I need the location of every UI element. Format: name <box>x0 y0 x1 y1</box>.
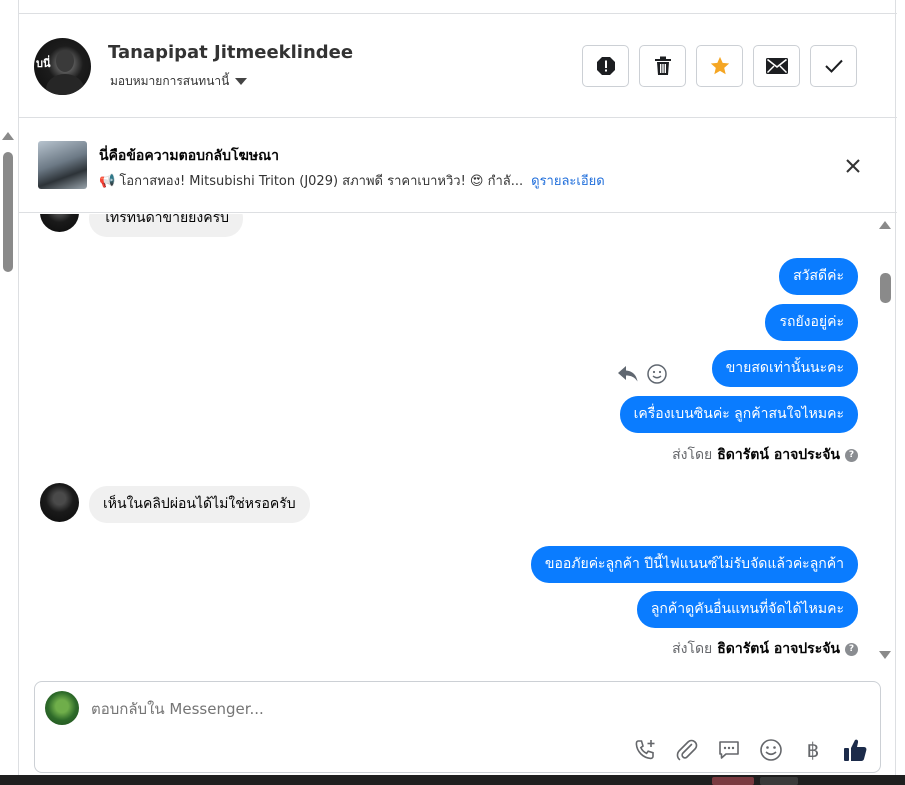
outgoing-message[interactable]: สวัสดีค่ะ <box>779 258 858 295</box>
conversation-panel: บนี่ Tanapipat Jitmeeklindee มอบหมายการส… <box>18 0 897 775</box>
mark-done-button[interactable] <box>810 45 857 87</box>
like-button[interactable] <box>842 737 868 763</box>
avatar-tag: บนี่ <box>36 57 51 70</box>
star-icon <box>710 56 729 75</box>
chat-bubble-icon <box>719 741 739 759</box>
message-hover-tools <box>617 364 667 384</box>
alert-icon <box>596 57 615 75</box>
ad-description-row: 📢 โอกาสทอง! Mitsubishi Triton (J029) สภา… <box>99 170 605 191</box>
conversation-header: บนี่ Tanapipat Jitmeeklindee มอบหมายการส… <box>19 14 897 118</box>
thread-scroll-up-arrow[interactable] <box>879 221 891 229</box>
baht-icon: ฿ <box>806 738 820 762</box>
assign-label: มอบหมายการสนทนานี้ <box>110 74 230 88</box>
sent-by-label: ส่งโดย ธิดารัตน์ อาจประจัน ? <box>672 444 858 466</box>
sent-by-label: ส่งโดย ธิดารัตน์ อาจประจัน ? <box>672 638 858 660</box>
sent-by-prefix: ส่งโดย <box>672 447 713 463</box>
emoji-button[interactable] <box>758 737 784 763</box>
check-icon <box>824 59 843 73</box>
page-avatar <box>45 691 79 725</box>
reply-input[interactable] <box>91 700 851 718</box>
star-button[interactable] <box>696 45 743 87</box>
help-icon[interactable]: ? <box>845 448 858 462</box>
taskbar-app-button[interactable] <box>760 777 798 785</box>
contact-message-avatar <box>40 214 79 232</box>
contact-avatar[interactable]: บนี่ <box>34 38 91 95</box>
incoming-message[interactable]: เห็นในคลิปผ่อนได้ไม่ใช่หรอครับ <box>89 486 310 523</box>
mark-spam-button[interactable] <box>582 45 629 87</box>
thread-scroll-thumb[interactable] <box>880 273 891 303</box>
attach-button[interactable] <box>674 737 700 763</box>
thumbs-up-icon <box>844 739 867 761</box>
reply-icon[interactable] <box>617 365 639 383</box>
page-scrollbar[interactable] <box>0 120 16 680</box>
contact-name[interactable]: Tanapipat Jitmeeklindee <box>108 42 353 63</box>
react-emoji-icon[interactable] <box>647 364 667 384</box>
taskbar-app-button[interactable] <box>712 777 754 785</box>
payment-button[interactable]: ฿ <box>800 737 826 763</box>
close-banner-button[interactable] <box>842 155 864 177</box>
sent-by-prefix: ส่งโดย <box>672 641 713 657</box>
phone-add-icon <box>635 740 655 760</box>
app-window: บนี่ Tanapipat Jitmeeklindee มอบหมายการส… <box>0 0 905 785</box>
outgoing-message[interactable]: เครื่องเบนซินค่ะ ลูกค้าสนใจไหมคะ <box>619 396 858 433</box>
delete-button[interactable] <box>639 45 686 87</box>
header-actions <box>582 45 857 87</box>
outgoing-message[interactable]: รถยังอยู่ค่ะ <box>765 304 858 341</box>
message-composer: ฿ <box>34 681 881 773</box>
close-icon <box>846 159 860 173</box>
ad-thumbnail[interactable] <box>38 141 87 189</box>
ad-description: 📢 โอกาสทอง! Mitsubishi Triton (J029) สภา… <box>99 174 524 189</box>
contact-message-avatar <box>40 483 79 522</box>
outgoing-message[interactable]: ขายสดเท่านั้นนะคะ <box>711 350 858 387</box>
call-button[interactable] <box>632 737 658 763</box>
view-details-link[interactable]: ดูรายละเอียด <box>531 170 605 191</box>
thread-scroll-down-arrow[interactable] <box>879 651 891 659</box>
ad-reply-banner: นี่คือข้อความตอบกลับโฆษณา 📢 โอกาสทอง! Mi… <box>19 119 897 213</box>
caret-down-icon <box>235 78 248 85</box>
incoming-message[interactable]: ไทรทันดาขายยังครับ <box>89 214 243 237</box>
saved-reply-button[interactable] <box>716 737 742 763</box>
smiley-icon <box>760 739 782 761</box>
os-taskbar <box>0 775 905 785</box>
composer-toolbar: ฿ <box>632 737 868 763</box>
scroll-thumb[interactable] <box>3 152 13 272</box>
help-icon[interactable]: ? <box>845 642 858 656</box>
scroll-up-arrow[interactable] <box>2 132 14 140</box>
trash-icon <box>654 56 671 75</box>
paperclip-icon <box>676 739 698 761</box>
sent-by-name: ธิดารัตน์ อาจประจัน <box>717 447 840 463</box>
outgoing-message[interactable]: ขออภัยค่ะลูกค้า ปีนี้ไฟแนนซ์ไม่รับจัดแล้… <box>530 546 858 583</box>
ad-banner-title: นี่คือข้อความตอบกลับโฆษณา <box>99 148 279 164</box>
assign-conversation-dropdown[interactable]: มอบหมายการสนทนานี้ <box>110 72 248 91</box>
message-thread[interactable]: ไทรทันดาขายยังครับ สวัสดีค่ะ รถยังอยู่ค่… <box>19 214 897 666</box>
sent-by-name: ธิดารัตน์ อาจประจัน <box>717 641 840 657</box>
mail-icon <box>765 58 788 74</box>
outgoing-message[interactable]: ลูกค้าดูคันอื่นแทนที่จัดได้ไหมคะ <box>636 591 858 628</box>
email-button[interactable] <box>753 45 800 87</box>
